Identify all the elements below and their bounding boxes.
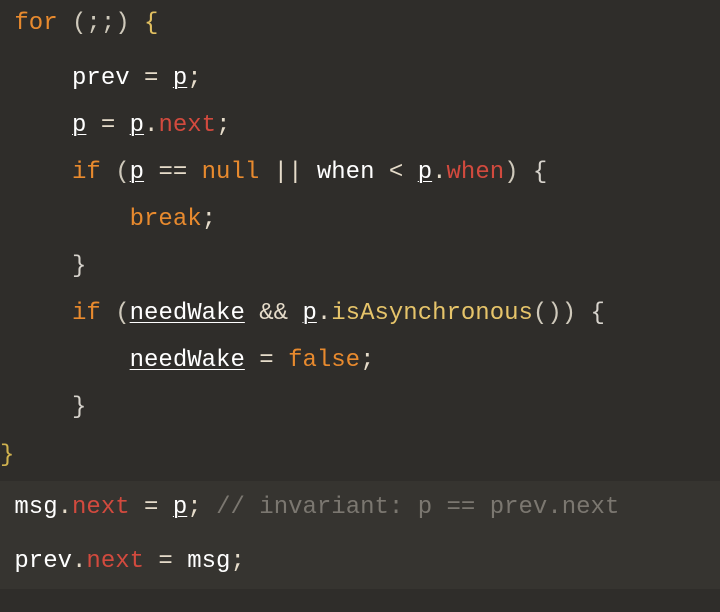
keyword-break: break (130, 206, 202, 233)
property-next: next (158, 112, 216, 139)
brace-close: } (72, 394, 86, 421)
property-next: next (72, 494, 130, 521)
identifier-when: when (317, 159, 375, 186)
identifier-msg: msg (187, 548, 230, 575)
identifier-p: p (173, 494, 187, 521)
for-args: (;;) (72, 10, 130, 37)
code-line: msg.next = p; // invariant: p == prev.ne… (0, 481, 720, 535)
code-line: } (0, 431, 720, 481)
code-line: needWake = false; (0, 337, 720, 384)
identifier-prev: prev (72, 65, 130, 92)
identifier-prev: prev (14, 548, 72, 575)
keyword-if: if (72, 159, 101, 186)
keyword-if: if (72, 300, 101, 327)
code-line: p = p.next; (0, 102, 720, 149)
identifier-p: p (130, 159, 144, 186)
code-line: prev = p; (0, 55, 720, 102)
keyword-for: for (14, 10, 57, 37)
identifier-p: p (173, 65, 187, 92)
brace-close: } (72, 253, 86, 280)
identifier-msg: msg (14, 494, 57, 521)
comment: // invariant: p == prev.next (216, 494, 619, 521)
identifier-needwake: needWake (130, 347, 245, 374)
code-line: prev.next = msg; (0, 535, 720, 589)
code-line: for (;;) { (0, 0, 720, 47)
identifier-p: p (418, 159, 432, 186)
code-line: } (0, 243, 720, 290)
property-when: when (447, 159, 505, 186)
brace-close: } (0, 442, 14, 469)
code-line: break; (0, 196, 720, 243)
brace-open: { (144, 10, 158, 37)
code-footer-block: msg.next = p; // invariant: p == prev.ne… (0, 481, 720, 589)
method-isasynchronous: isAsynchronous (331, 300, 533, 327)
identifier-p: p (302, 300, 316, 327)
code-line: if (needWake && p.isAsynchronous()) { (0, 290, 720, 337)
identifier-p: p (130, 112, 144, 139)
property-next: next (86, 548, 144, 575)
code-line: if (p == null || when < p.when) { (0, 149, 720, 196)
keyword-null: null (202, 159, 260, 186)
code-editor[interactable]: for (;;) { prev = p; p = p.next; if (p =… (0, 0, 720, 589)
code-line: } (0, 384, 720, 431)
identifier-needwake: needWake (130, 300, 245, 327)
identifier-p: p (72, 112, 86, 139)
keyword-false: false (288, 347, 360, 374)
